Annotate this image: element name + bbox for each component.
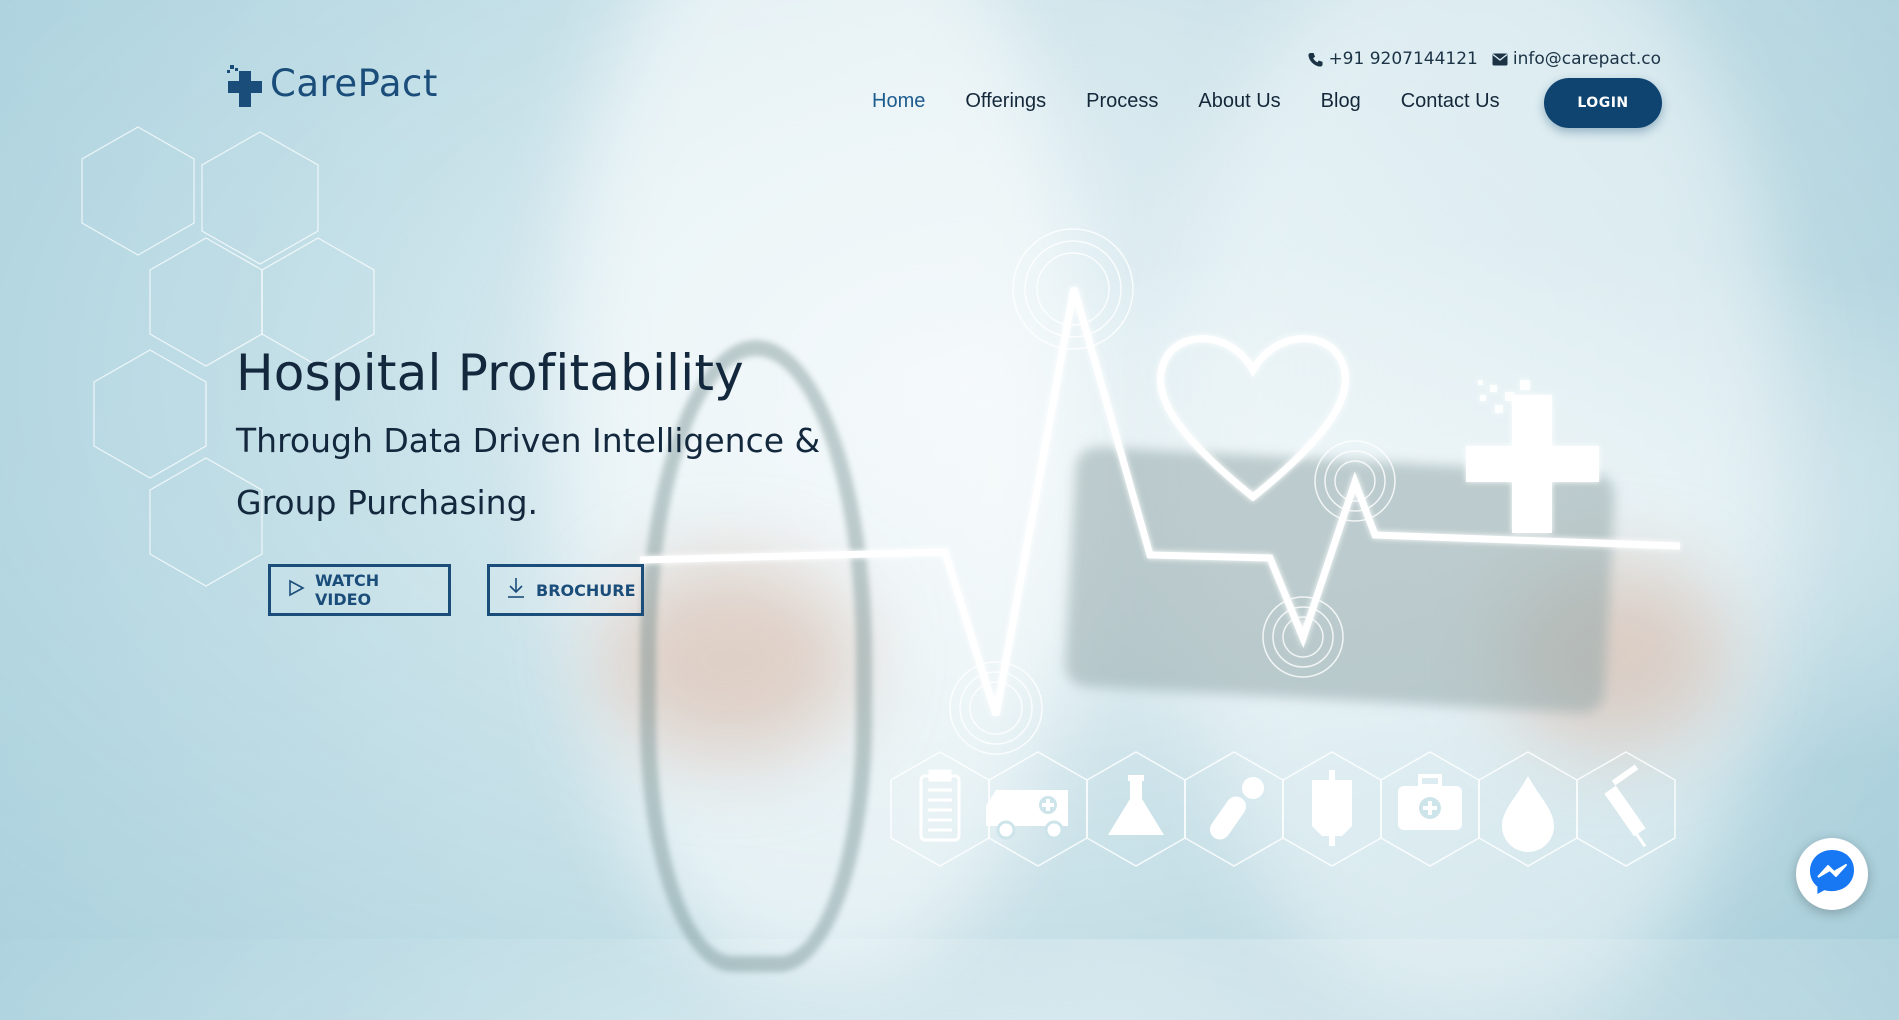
brand-logo[interactable]: CarePact (226, 62, 438, 107)
nav-blog[interactable]: Blog (1321, 90, 1361, 113)
envelope-icon (1492, 53, 1508, 66)
nav-process[interactable]: Process (1086, 90, 1158, 113)
hero-title: Hospital Profitability (236, 344, 744, 402)
nav-about-us[interactable]: About Us (1198, 90, 1280, 113)
contact-bar: +91 9207144121 info@carepact.co (1308, 49, 1661, 69)
brochure-label: BROCHURE (536, 580, 636, 600)
login-button[interactable]: LOGIN (1544, 78, 1662, 128)
download-icon (506, 577, 526, 603)
brochure-button[interactable]: BROCHURE (487, 564, 644, 616)
contact-email[interactable]: info@carepact.co (1492, 49, 1661, 69)
background-tablet (1064, 446, 1616, 714)
nav-home[interactable]: Home (872, 90, 925, 113)
messenger-chat-button[interactable] (1796, 838, 1868, 910)
phone-number: +91 9207144121 (1328, 49, 1478, 69)
flask-icon (1108, 775, 1164, 835)
phone-icon (1308, 52, 1323, 67)
play-icon (287, 579, 305, 601)
watch-video-button[interactable]: WATCH VIDEO (268, 564, 451, 616)
hero-subtitle: Through Data Driven Intelligence & Group… (236, 421, 821, 522)
nav-offerings[interactable]: Offerings (965, 90, 1046, 113)
medical-cross-logo-icon (226, 63, 264, 107)
messenger-icon (1806, 846, 1858, 902)
contact-phone[interactable]: +91 9207144121 (1308, 49, 1478, 69)
email-address: info@carepact.co (1512, 49, 1661, 69)
watch-video-label: WATCH VIDEO (315, 571, 380, 609)
brand-name: CarePact (270, 62, 438, 105)
main-navigation: Home Offerings Process About Us Blog Con… (872, 90, 1540, 113)
nav-contact-us[interactable]: Contact Us (1401, 90, 1500, 113)
